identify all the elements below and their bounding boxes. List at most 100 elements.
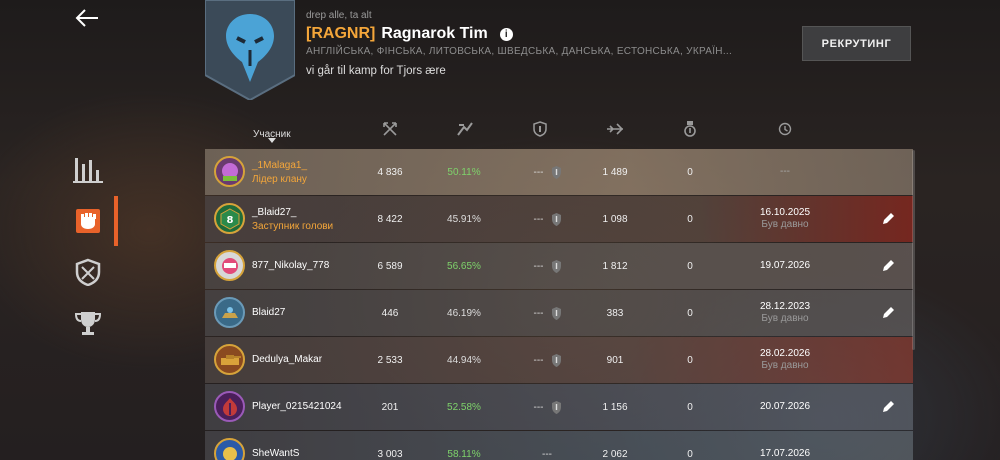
nav-tournaments[interactable] [58, 298, 118, 348]
member-row[interactable]: Blaid27 446 46.19% --- 383 0 28.12.2023 Б… [205, 290, 913, 336]
rating-cell: --- [523, 243, 571, 289]
battles-value: 2 533 [377, 354, 403, 366]
last-seen: 16.10.2025 Був давно [750, 196, 820, 242]
damage-value: 1 812 [602, 260, 628, 272]
member-name: _1Malaga1_ [252, 160, 308, 171]
last-seen: --- [750, 149, 820, 195]
rating-cell: --- [523, 290, 571, 336]
member-row[interactable]: SheWantS 3 003 58.11% --- 2 062 0 17.07.… [205, 431, 913, 460]
rating-shield-icon [551, 259, 561, 273]
svg-text:8: 8 [226, 215, 233, 226]
battles-value: 8 422 [377, 213, 403, 225]
winrate-value: 44.94% [447, 354, 481, 366]
winrate-value: 56.65% [447, 260, 481, 272]
member-row[interactable]: 8 _Blaid27_ Заступник голови 8 422 45.91… [205, 196, 913, 242]
clock-icon[interactable] [775, 117, 795, 141]
avatar [214, 156, 245, 187]
clan-name: Ragnarok Tim [381, 25, 488, 42]
rating-icon[interactable] [530, 117, 550, 141]
battles-value: 201 [381, 401, 399, 413]
damage-value: 901 [606, 354, 624, 366]
rating-shield-icon [551, 353, 561, 367]
last-seen-date: 16.10.2025 [759, 207, 811, 218]
rating-cell: --- [523, 196, 571, 242]
medals-value: 0 [687, 401, 693, 413]
active-nav-indicator [114, 196, 118, 246]
damage-value: 1 098 [602, 213, 628, 225]
edit-pencil-icon[interactable] [881, 306, 895, 320]
rating-value: --- [533, 260, 544, 272]
recruit-button[interactable]: РЕКРУТИНГ [802, 26, 911, 61]
last-seen-date: 17.07.2026 [759, 448, 811, 459]
clan-motto: drep alle, ta alt [306, 10, 372, 21]
avatar [214, 250, 245, 281]
last-seen-note: Був давно [761, 219, 809, 230]
battles-value: 4 836 [377, 166, 403, 178]
medals-value: 0 [687, 448, 693, 460]
member-name: 877_Nikolay_778 [252, 260, 330, 271]
clan-fist-icon [76, 209, 100, 233]
edit-pencil-icon[interactable] [881, 400, 895, 414]
last-seen-date: 20.07.2026 [759, 401, 811, 412]
battles-value: 3 003 [377, 448, 403, 460]
shield-swords-icon [75, 258, 101, 286]
rating-cell: --- [523, 149, 571, 195]
last-seen-date: --- [780, 166, 790, 177]
member-role: Лідер клану [252, 174, 307, 185]
back-arrow-icon[interactable] [74, 8, 100, 28]
member-name: _Blaid27_ [252, 207, 297, 218]
nav-clan[interactable] [58, 196, 118, 246]
medals-value: 0 [687, 166, 693, 178]
trophy-icon [74, 312, 102, 335]
edit-pencil-icon[interactable] [881, 259, 895, 273]
member-row[interactable]: _1Malaga1_ Лідер клану 4 836 50.11% --- … [205, 149, 913, 195]
winrate-value: 50.11% [447, 166, 481, 178]
last-seen: 19.07.2026 [750, 243, 820, 289]
clan-title: [RAGNR] Ragnarok Tim i [306, 25, 513, 43]
battles-icon[interactable] [380, 117, 400, 141]
last-seen: 28.12.2023 Був давно [750, 290, 820, 336]
medals-value: 0 [687, 260, 693, 272]
member-row[interactable]: Dedulya_Makar 2 533 44.94% --- 901 0 28.… [205, 337, 913, 383]
avatar [214, 344, 245, 375]
damage-value: 383 [606, 307, 624, 319]
rating-value: --- [533, 307, 544, 319]
member-name: SheWantS [252, 448, 300, 459]
damage-icon[interactable] [605, 117, 625, 141]
rating-value: --- [533, 354, 544, 366]
member-role: Заступник голови [252, 221, 334, 232]
last-seen: 20.07.2026 [750, 384, 820, 430]
member-row[interactable]: 877_Nikolay_778 6 589 56.65% --- 1 812 0… [205, 243, 913, 289]
edit-pencil-icon[interactable] [881, 212, 895, 226]
winrate-value: 45.91% [447, 213, 481, 225]
member-name: Blaid27 [252, 307, 286, 318]
medal-icon[interactable] [680, 117, 700, 141]
rating-shield-icon [551, 306, 561, 320]
winrate-icon[interactable] [455, 117, 475, 141]
medals-value: 0 [687, 354, 693, 366]
rating-value: --- [533, 166, 544, 178]
member-row[interactable]: Player_0215421024 201 52.58% --- 1 156 0… [205, 384, 913, 430]
rating-value: --- [542, 448, 552, 460]
clan-emblem [205, 0, 295, 100]
battles-value: 6 589 [377, 260, 403, 272]
stats-bars-icon [73, 158, 103, 183]
nav-clan-wars[interactable] [58, 247, 118, 297]
table-scrollbar[interactable] [912, 150, 915, 350]
rating-value: --- [533, 213, 544, 225]
medals-value: 0 [687, 213, 693, 225]
rating-cell: --- [523, 337, 571, 383]
rating-shield-icon [551, 165, 561, 179]
last-seen: 28.02.2026 Був давно [750, 337, 820, 383]
last-seen-note: Був давно [761, 360, 809, 371]
info-icon[interactable]: i [499, 27, 513, 41]
members-table: _1Malaga1_ Лідер клану 4 836 50.11% --- … [205, 149, 913, 460]
last-seen-date: 28.02.2026 [759, 348, 811, 359]
clan-description: vi går til kamp for Tjors ære [306, 65, 446, 77]
nav-statistics[interactable] [58, 145, 118, 195]
rating-cell: --- [523, 384, 571, 430]
last-seen-date: 19.07.2026 [759, 260, 811, 271]
battles-value: 446 [381, 307, 399, 319]
damage-value: 1 156 [602, 401, 628, 413]
rating-shield-icon [551, 212, 561, 226]
